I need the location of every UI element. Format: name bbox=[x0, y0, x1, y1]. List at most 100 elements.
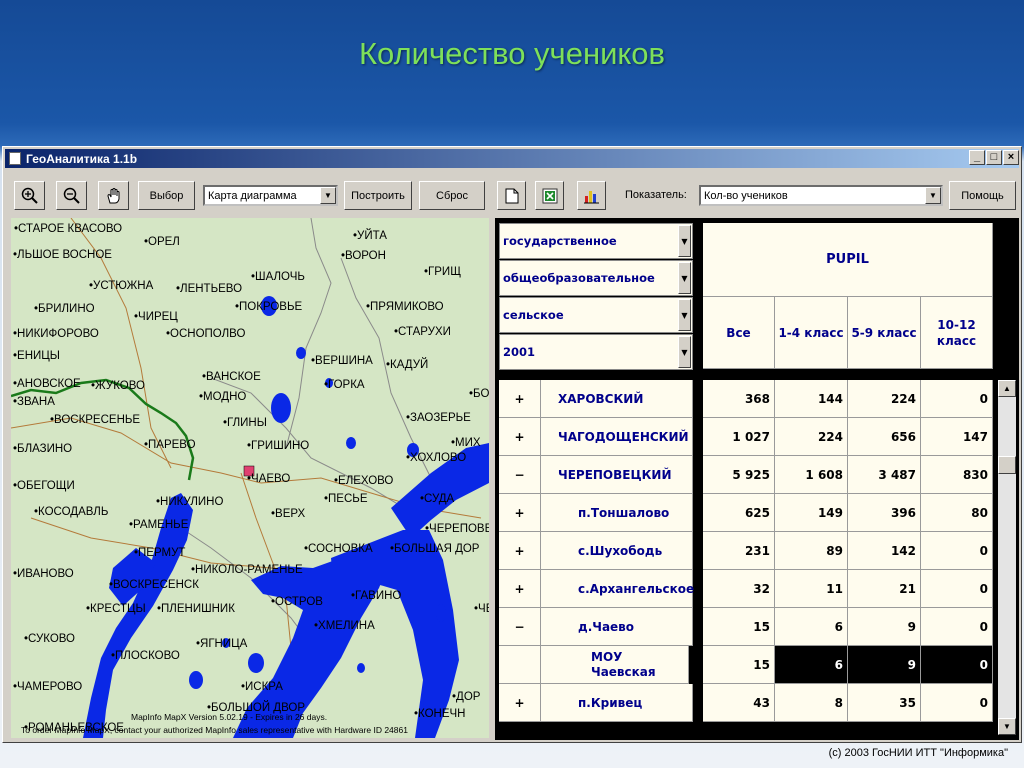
window-title: ГеоАналитика 1.1b bbox=[26, 151, 138, 166]
table-cell[interactable]: 656 bbox=[848, 418, 921, 456]
row-name: ХАРОВСКИЙ bbox=[541, 380, 693, 418]
column-header-all[interactable]: Все bbox=[703, 297, 775, 369]
bar-chart-icon bbox=[583, 190, 599, 203]
map-view[interactable]: •СТАРОЕ КВАСОВО •ОРЕЛ •УЙТА •ВОРОН •ЛЬШОЕ ВО… bbox=[11, 218, 489, 738]
town-label: •ЖУКОВО bbox=[91, 380, 145, 392]
table-cell[interactable]: 147 bbox=[921, 418, 993, 456]
chart-button[interactable] bbox=[577, 181, 606, 210]
table-cell[interactable]: 15 bbox=[703, 608, 775, 646]
table-cell[interactable]: 32 bbox=[703, 570, 775, 608]
town-label: •ИСКРА bbox=[241, 681, 283, 693]
expand-toggle[interactable]: + bbox=[499, 570, 541, 608]
table-cell[interactable]: 396 bbox=[848, 494, 921, 532]
table-cell[interactable]: 231 bbox=[703, 532, 775, 570]
table-cell[interactable]: 5 925 bbox=[703, 456, 775, 494]
table-cell[interactable]: 142 bbox=[848, 532, 921, 570]
table-cell[interactable]: 0 bbox=[921, 532, 993, 570]
table-cell[interactable]: 144 bbox=[775, 380, 848, 418]
filter-select-type[interactable]: государственное ▼ bbox=[499, 223, 693, 259]
expand-toggle[interactable]: + bbox=[499, 494, 541, 532]
table-cell[interactable]: 625 bbox=[703, 494, 775, 532]
zoom-out-button[interactable] bbox=[56, 181, 87, 210]
minimize-button[interactable]: _ bbox=[969, 150, 985, 165]
town-label: •РАМЕНЬЕ bbox=[129, 519, 189, 531]
table-cell[interactable]: 9 bbox=[848, 646, 921, 684]
town-label: •ОБЕГОЩИ bbox=[13, 480, 75, 492]
select-button[interactable]: Выбор bbox=[138, 181, 195, 210]
table-cell[interactable]: 21 bbox=[848, 570, 921, 608]
town-label: •СУДА bbox=[420, 493, 455, 505]
row-name: д.Чаево bbox=[541, 608, 693, 646]
table-cell[interactable]: 1 027 bbox=[703, 418, 775, 456]
filter-select-year[interactable]: 2001 ▼ bbox=[499, 334, 693, 370]
table-cell[interactable]: 11 bbox=[775, 570, 848, 608]
table-cell[interactable]: 368 bbox=[703, 380, 775, 418]
filter-select-area[interactable]: сельское ▼ bbox=[499, 297, 693, 333]
town-label: •ДОР bbox=[452, 691, 481, 703]
collapse-toggle[interactable]: − bbox=[499, 608, 541, 646]
town-label: •ЗАОЗЕРЬЕ bbox=[406, 412, 471, 424]
maximize-button[interactable]: □ bbox=[986, 150, 1002, 165]
close-button[interactable]: × bbox=[1003, 150, 1019, 165]
build-button[interactable]: Построить bbox=[344, 181, 412, 210]
town-label: •ВЕРХ bbox=[271, 508, 306, 520]
expand-toggle[interactable]: + bbox=[499, 380, 541, 418]
column-header-grades-10-12[interactable]: 10-12 класс bbox=[921, 297, 993, 369]
map-type-value: Карта диаграмма bbox=[208, 189, 297, 202]
chevron-down-icon[interactable]: ▼ bbox=[320, 187, 336, 204]
table-cell[interactable]: 8 bbox=[775, 684, 848, 722]
table-cell[interactable]: 6 bbox=[775, 646, 848, 684]
filter-value: общеобразовательное bbox=[503, 271, 655, 285]
table-cell[interactable]: 149 bbox=[775, 494, 848, 532]
indicator-label: Показатель: bbox=[625, 189, 687, 201]
indicator-select[interactable]: Кол-во учеников ▼ bbox=[699, 185, 943, 206]
expand-toggle[interactable]: + bbox=[499, 418, 541, 456]
table-cell[interactable]: 1 608 bbox=[775, 456, 848, 494]
table-cell[interactable]: 0 bbox=[921, 380, 993, 418]
chevron-down-icon[interactable]: ▼ bbox=[925, 187, 941, 204]
town-label: •БОЛЬШАЯ ДОР bbox=[390, 543, 480, 555]
zoom-in-button[interactable] bbox=[14, 181, 45, 210]
expand-toggle[interactable]: + bbox=[499, 684, 541, 722]
row-name: п.Тоншалово bbox=[541, 494, 693, 532]
town-label: •ВЕРШИНА bbox=[311, 355, 373, 367]
scroll-up-arrow-icon[interactable]: ▲ bbox=[998, 380, 1016, 397]
table-cell[interactable]: 89 bbox=[775, 532, 848, 570]
town-label: •УСТЮЖНА bbox=[89, 280, 154, 292]
map-type-select[interactable]: Карта диаграмма ▼ bbox=[203, 185, 338, 206]
expand-toggle[interactable]: + bbox=[499, 532, 541, 570]
column-header-grades-5-9[interactable]: 5-9 класс bbox=[848, 297, 921, 369]
table-cell[interactable]: 80 bbox=[921, 494, 993, 532]
chevron-down-icon[interactable]: ▼ bbox=[678, 299, 691, 331]
chevron-down-icon[interactable]: ▼ bbox=[678, 262, 691, 294]
table-cell[interactable]: 0 bbox=[921, 570, 993, 608]
table-cell[interactable]: 0 bbox=[921, 684, 993, 722]
table-cell[interactable]: 224 bbox=[848, 380, 921, 418]
scroll-down-arrow-icon[interactable]: ▼ bbox=[998, 718, 1016, 735]
table-cell[interactable]: 830 bbox=[921, 456, 993, 494]
help-button[interactable]: Помощь bbox=[949, 181, 1016, 210]
town-label: •ЧЕР bbox=[474, 603, 489, 615]
table-cell[interactable]: 0 bbox=[921, 646, 993, 684]
table-cell[interactable]: 43 bbox=[703, 684, 775, 722]
filter-select-kind[interactable]: общеобразовательное ▼ bbox=[499, 260, 693, 296]
table-cell[interactable]: 35 bbox=[848, 684, 921, 722]
table-cell[interactable]: 15 bbox=[703, 646, 775, 684]
table-cell[interactable]: 3 487 bbox=[848, 456, 921, 494]
vertical-scrollbar[interactable]: ▲ ▼ bbox=[998, 380, 1016, 735]
pan-button[interactable] bbox=[98, 181, 129, 210]
table-cell[interactable]: 9 bbox=[848, 608, 921, 646]
new-document-button[interactable] bbox=[497, 181, 526, 210]
scroll-thumb[interactable] bbox=[998, 456, 1016, 474]
table-cell[interactable]: 6 bbox=[775, 608, 848, 646]
reset-button[interactable]: Сброс bbox=[419, 181, 485, 210]
export-excel-button[interactable] bbox=[535, 181, 564, 210]
chevron-down-icon[interactable]: ▼ bbox=[678, 336, 691, 368]
row-indent bbox=[499, 646, 541, 684]
collapse-toggle[interactable]: − bbox=[499, 456, 541, 494]
table-cell[interactable]: 224 bbox=[775, 418, 848, 456]
table-cell[interactable]: 0 bbox=[921, 608, 993, 646]
town-label: •СТАРОЕ КВАСОВО bbox=[14, 223, 123, 235]
column-header-grades-1-4[interactable]: 1-4 класс bbox=[775, 297, 848, 369]
chevron-down-icon[interactable]: ▼ bbox=[678, 225, 691, 257]
